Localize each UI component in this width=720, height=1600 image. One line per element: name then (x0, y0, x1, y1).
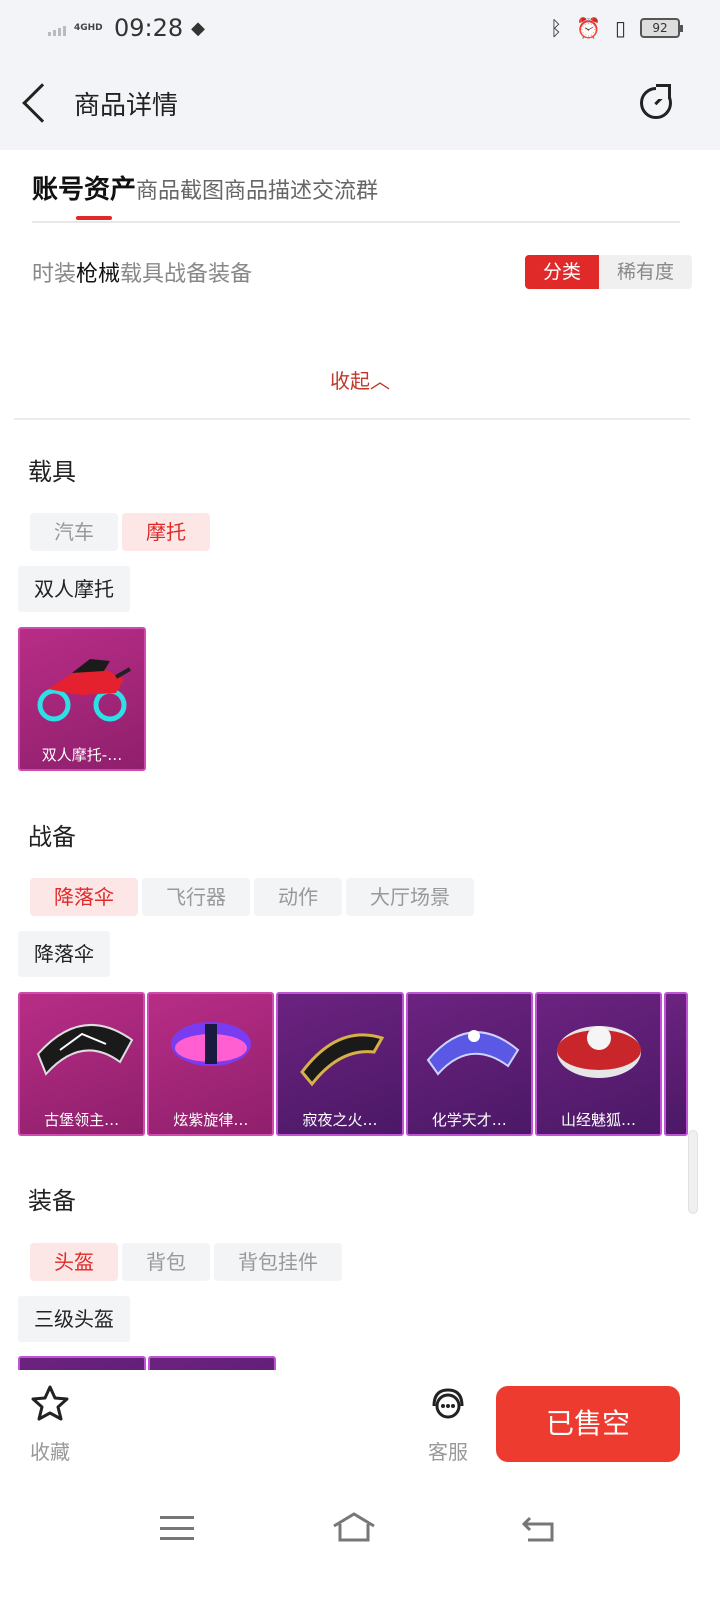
item-card-label: 双人摩托-… (41, 746, 123, 764)
sort-by-rarity-button[interactable]: 稀有度 (598, 255, 692, 289)
equipment-items (18, 1356, 276, 1370)
category-row: 时装 枪械 载具 战备 装备 分类 稀有度 (32, 255, 692, 289)
item-card-label: 炫紫旋律… (173, 1111, 249, 1129)
category-vehicle[interactable]: 载具 (120, 256, 164, 288)
item-card[interactable]: 双人摩托-… (18, 627, 146, 771)
service-label: 客服 (428, 1440, 468, 1464)
status-bar: 4GHD 09:28 ◆ ᛒ ⏰ ▯ 92 (0, 0, 720, 56)
bluetooth-icon: ᛒ (550, 16, 563, 40)
subcategory-label: 降落伞 (18, 931, 110, 977)
chip-emote[interactable]: 动作 (254, 878, 342, 916)
chip-motorcycle[interactable]: 摩托 (122, 513, 210, 551)
category-gear[interactable]: 战备 (164, 256, 208, 288)
share-icon[interactable] (640, 84, 672, 119)
vehicle-chips: 汽车 摩托 (30, 513, 210, 551)
signal-icon (48, 20, 66, 36)
bottom-action-bar: 收藏 客服 已售空 (0, 1370, 720, 1480)
section-title-gear: 战备 (28, 823, 76, 851)
item-card[interactable]: 古堡领主… (18, 992, 146, 1136)
vibrate-icon: ▯ (614, 16, 626, 40)
customer-service-icon (432, 1388, 464, 1419)
item-card-label: 寂夜之火… (302, 1111, 378, 1129)
item-card[interactable] (664, 992, 688, 1136)
parachute-image (171, 1022, 252, 1066)
parachute-image (426, 1030, 519, 1076)
return-icon[interactable] (520, 1510, 556, 1544)
chip-car[interactable]: 汽车 (30, 513, 118, 551)
gear-chips: 降落伞 飞行器 动作 大厅场景 (30, 878, 474, 916)
item-card[interactable]: 寂夜之火… (276, 992, 404, 1136)
chip-backpack-pendant[interactable]: 背包挂件 (214, 1243, 342, 1281)
category-equipment[interactable]: 装备 (208, 256, 252, 288)
tab-screenshots[interactable]: 商品截图 (136, 165, 224, 205)
home-icon[interactable] (330, 1510, 378, 1544)
back-icon[interactable] (22, 83, 62, 123)
battery-icon: 92 (640, 18, 683, 38)
tab-bar: 账号资产 商品截图 商品描述 交流群 (32, 165, 680, 223)
item-card[interactable]: 山经魅狐… (534, 992, 663, 1136)
equipment-chips: 头盔 背包 背包挂件 (30, 1243, 342, 1281)
system-nav-bar (0, 1480, 720, 1600)
star-icon (31, 1385, 69, 1421)
sort-by-category-button[interactable]: 分类 (524, 255, 599, 289)
menu-icon[interactable] (160, 1516, 194, 1540)
item-card[interactable]: 化学天才… (405, 992, 533, 1136)
favorite-label: 收藏 (30, 1440, 70, 1464)
item-card[interactable] (148, 1356, 276, 1370)
item-card-label: 山经魅狐… (560, 1111, 636, 1129)
parachute-image (36, 1024, 134, 1076)
section-title-equipment: 装备 (28, 1187, 76, 1215)
parachute-image (300, 1033, 385, 1087)
chip-parachute[interactable]: 降落伞 (30, 878, 138, 916)
alarm-icon: ⏰ (576, 16, 601, 40)
item-card-label: 化学天才… (431, 1111, 507, 1129)
layers-icon: ◆ (191, 17, 206, 39)
category-guns[interactable]: 枪械 (76, 256, 120, 288)
vehicle-items: 双人摩托-… (18, 627, 146, 771)
collapse-button[interactable]: 收起︿ (0, 365, 720, 394)
motorcycle-image (37, 659, 131, 722)
tab-account-assets[interactable]: 账号资产 (32, 165, 136, 220)
chip-lobby-scene[interactable]: 大厅场景 (346, 878, 474, 916)
tab-description[interactable]: 商品描述 (224, 165, 312, 205)
subcategory-label: 三级头盔 (18, 1296, 130, 1342)
top-bar: 商品详情 (0, 56, 720, 150)
category-fashion[interactable]: 时装 (32, 256, 76, 288)
item-card-label: 古堡领主… (44, 1111, 120, 1129)
network-type: 4GHD (74, 22, 103, 33)
status-time: 09:28 (114, 14, 184, 42)
item-card[interactable]: 炫紫旋律… (147, 992, 275, 1136)
section-title-vehicle: 载具 (28, 458, 76, 486)
favorite-button[interactable]: 收藏 (28, 1384, 72, 1465)
page-title: 商品详情 (74, 90, 179, 121)
subcategory-label: 双人摩托 (18, 566, 130, 612)
chip-helmet[interactable]: 头盔 (30, 1243, 118, 1281)
divider (14, 418, 690, 420)
chip-backpack[interactable]: 背包 (122, 1243, 210, 1281)
sold-out-button[interactable]: 已售空 (496, 1386, 680, 1462)
tab-group[interactable]: 交流群 (312, 165, 378, 205)
sort-toggle: 分类 稀有度 (524, 255, 692, 289)
gear-items: 古堡领主… 炫紫旋律… 寂夜之火… 化学天才… 山经魅狐… (18, 992, 688, 1136)
chip-glider[interactable]: 飞行器 (142, 878, 250, 916)
scrollbar[interactable] (688, 1130, 698, 1214)
parachute-image (556, 1026, 641, 1078)
item-card[interactable] (18, 1356, 146, 1370)
customer-service-button[interactable]: 客服 (426, 1384, 470, 1465)
